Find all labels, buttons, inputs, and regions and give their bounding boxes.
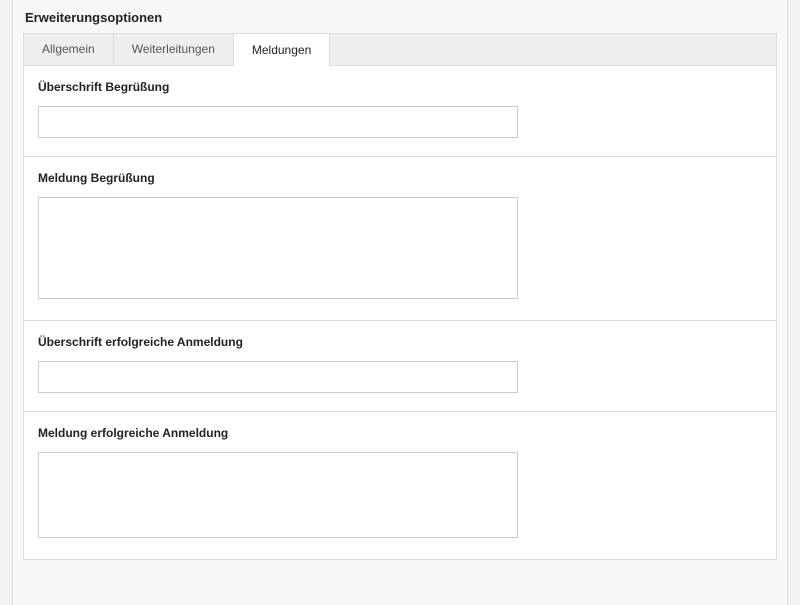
field-label: Überschrift erfolgreiche Anmeldung bbox=[38, 335, 762, 349]
field-group-success-message: Meldung erfolgreiche Anmeldung bbox=[24, 412, 776, 559]
tab-content-meldungen: Überschrift Begrüßung Meldung Begrüßung … bbox=[23, 65, 777, 560]
field-group-success-heading: Überschrift erfolgreiche Anmeldung bbox=[24, 321, 776, 412]
section-title: Erweiterungsoptionen bbox=[23, 0, 777, 33]
tab-weiterleitungen[interactable]: Weiterleitungen bbox=[114, 34, 234, 65]
success-heading-input[interactable] bbox=[38, 361, 518, 393]
tab-allgemein[interactable]: Allgemein bbox=[24, 34, 114, 65]
greeting-heading-input[interactable] bbox=[38, 106, 518, 138]
success-message-textarea[interactable] bbox=[38, 452, 518, 538]
content-frame: Erweiterungsoptionen Allgemein Weiterlei… bbox=[12, 0, 788, 605]
field-group-greeting-heading: Überschrift Begrüßung bbox=[24, 66, 776, 157]
greeting-message-textarea[interactable] bbox=[38, 197, 518, 299]
field-label: Überschrift Begrüßung bbox=[38, 80, 762, 94]
field-label: Meldung Begrüßung bbox=[38, 171, 762, 185]
field-group-greeting-message: Meldung Begrüßung bbox=[24, 157, 776, 321]
field-label: Meldung erfolgreiche Anmeldung bbox=[38, 426, 762, 440]
tab-bar: Allgemein Weiterleitungen Meldungen bbox=[23, 33, 777, 65]
tab-meldungen[interactable]: Meldungen bbox=[234, 33, 330, 65]
